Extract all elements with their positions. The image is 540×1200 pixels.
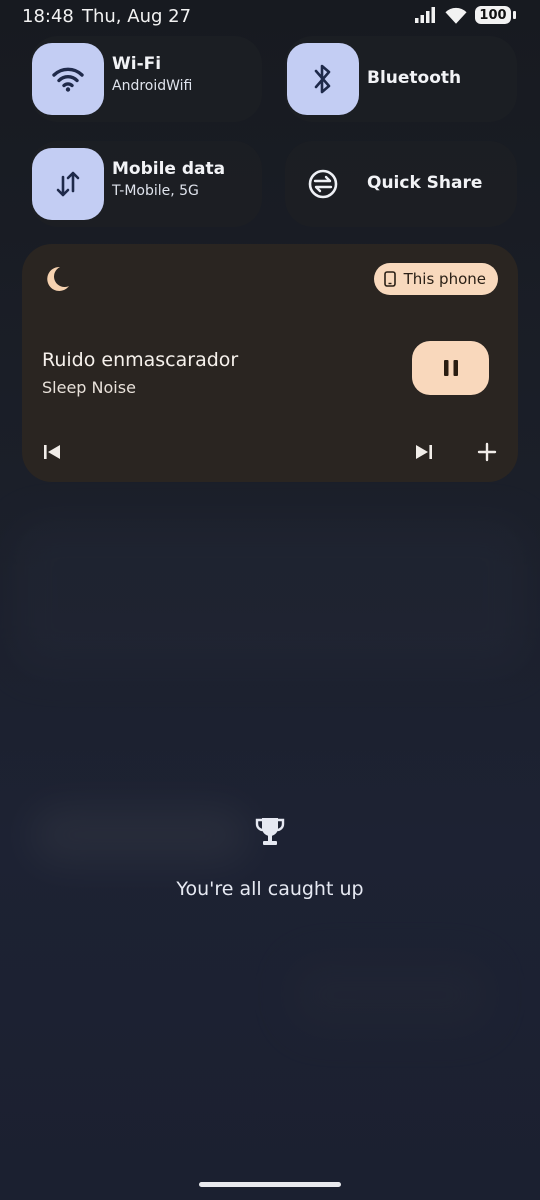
phone-icon [383, 271, 396, 287]
tile-quick-share[interactable]: Quick Share [285, 141, 517, 227]
tile-bluetooth-title: Bluetooth [367, 68, 462, 88]
wifi-icon [52, 67, 84, 92]
bluetooth-icon [314, 64, 331, 94]
battery-indicator: 100 [475, 6, 511, 24]
tile-mobile-data-title: Mobile data [112, 159, 226, 179]
media-artist: Sleep Noise [42, 378, 136, 397]
previous-icon [44, 445, 60, 459]
tile-wifi[interactable]: Wi-Fi AndroidWifi [30, 36, 262, 122]
pause-icon [443, 360, 458, 376]
tile-bluetooth-toggle[interactable] [287, 43, 359, 115]
next-icon [416, 445, 432, 459]
clock: 18:48 [22, 6, 74, 27]
tile-wifi-title: Wi-Fi [112, 54, 162, 74]
next-button[interactable] [412, 440, 436, 464]
tile-mobile-data-subtitle: T-Mobile, 5G [112, 183, 199, 199]
quick-share-icon [308, 169, 338, 199]
tile-mobile-data[interactable]: Mobile data T-Mobile, 5G [30, 141, 262, 227]
home-gesture-bar[interactable] [199, 1182, 341, 1187]
trophy-icon [255, 818, 285, 845]
mobile-data-icon [56, 171, 80, 197]
tile-bluetooth[interactable]: Bluetooth [285, 36, 517, 122]
media-title: Ruido enmascarador [42, 349, 239, 371]
status-bar: 18:48 Thu, Aug 27 100 [0, 0, 540, 34]
background-blur [290, 960, 490, 1030]
empty-notifications-text: You're all caught up [176, 878, 364, 900]
media-player-card[interactable]: This phone Ruido enmascarador Sleep Nois… [22, 244, 518, 482]
date: Thu, Aug 27 [82, 6, 192, 27]
add-button[interactable] [475, 440, 499, 464]
cellular-signal-icon [415, 7, 435, 23]
tile-wifi-toggle[interactable] [32, 43, 104, 115]
output-device-label: This phone [403, 270, 486, 288]
tile-quick-share-toggle[interactable] [287, 148, 359, 220]
pause-button[interactable] [412, 341, 489, 395]
previous-button[interactable] [40, 440, 64, 464]
add-icon [477, 442, 497, 462]
output-device-chip[interactable]: This phone [373, 263, 498, 295]
battery-tip [513, 11, 516, 19]
wifi-status-icon [445, 7, 467, 24]
background-blur [30, 805, 250, 865]
tile-wifi-subtitle: AndroidWifi [112, 78, 193, 94]
status-icons: 100 [415, 6, 516, 24]
background-blur [14, 520, 526, 670]
tile-mobile-data-toggle[interactable] [32, 148, 104, 220]
moon-icon [47, 266, 69, 291]
tile-quick-share-title: Quick Share [367, 173, 483, 193]
